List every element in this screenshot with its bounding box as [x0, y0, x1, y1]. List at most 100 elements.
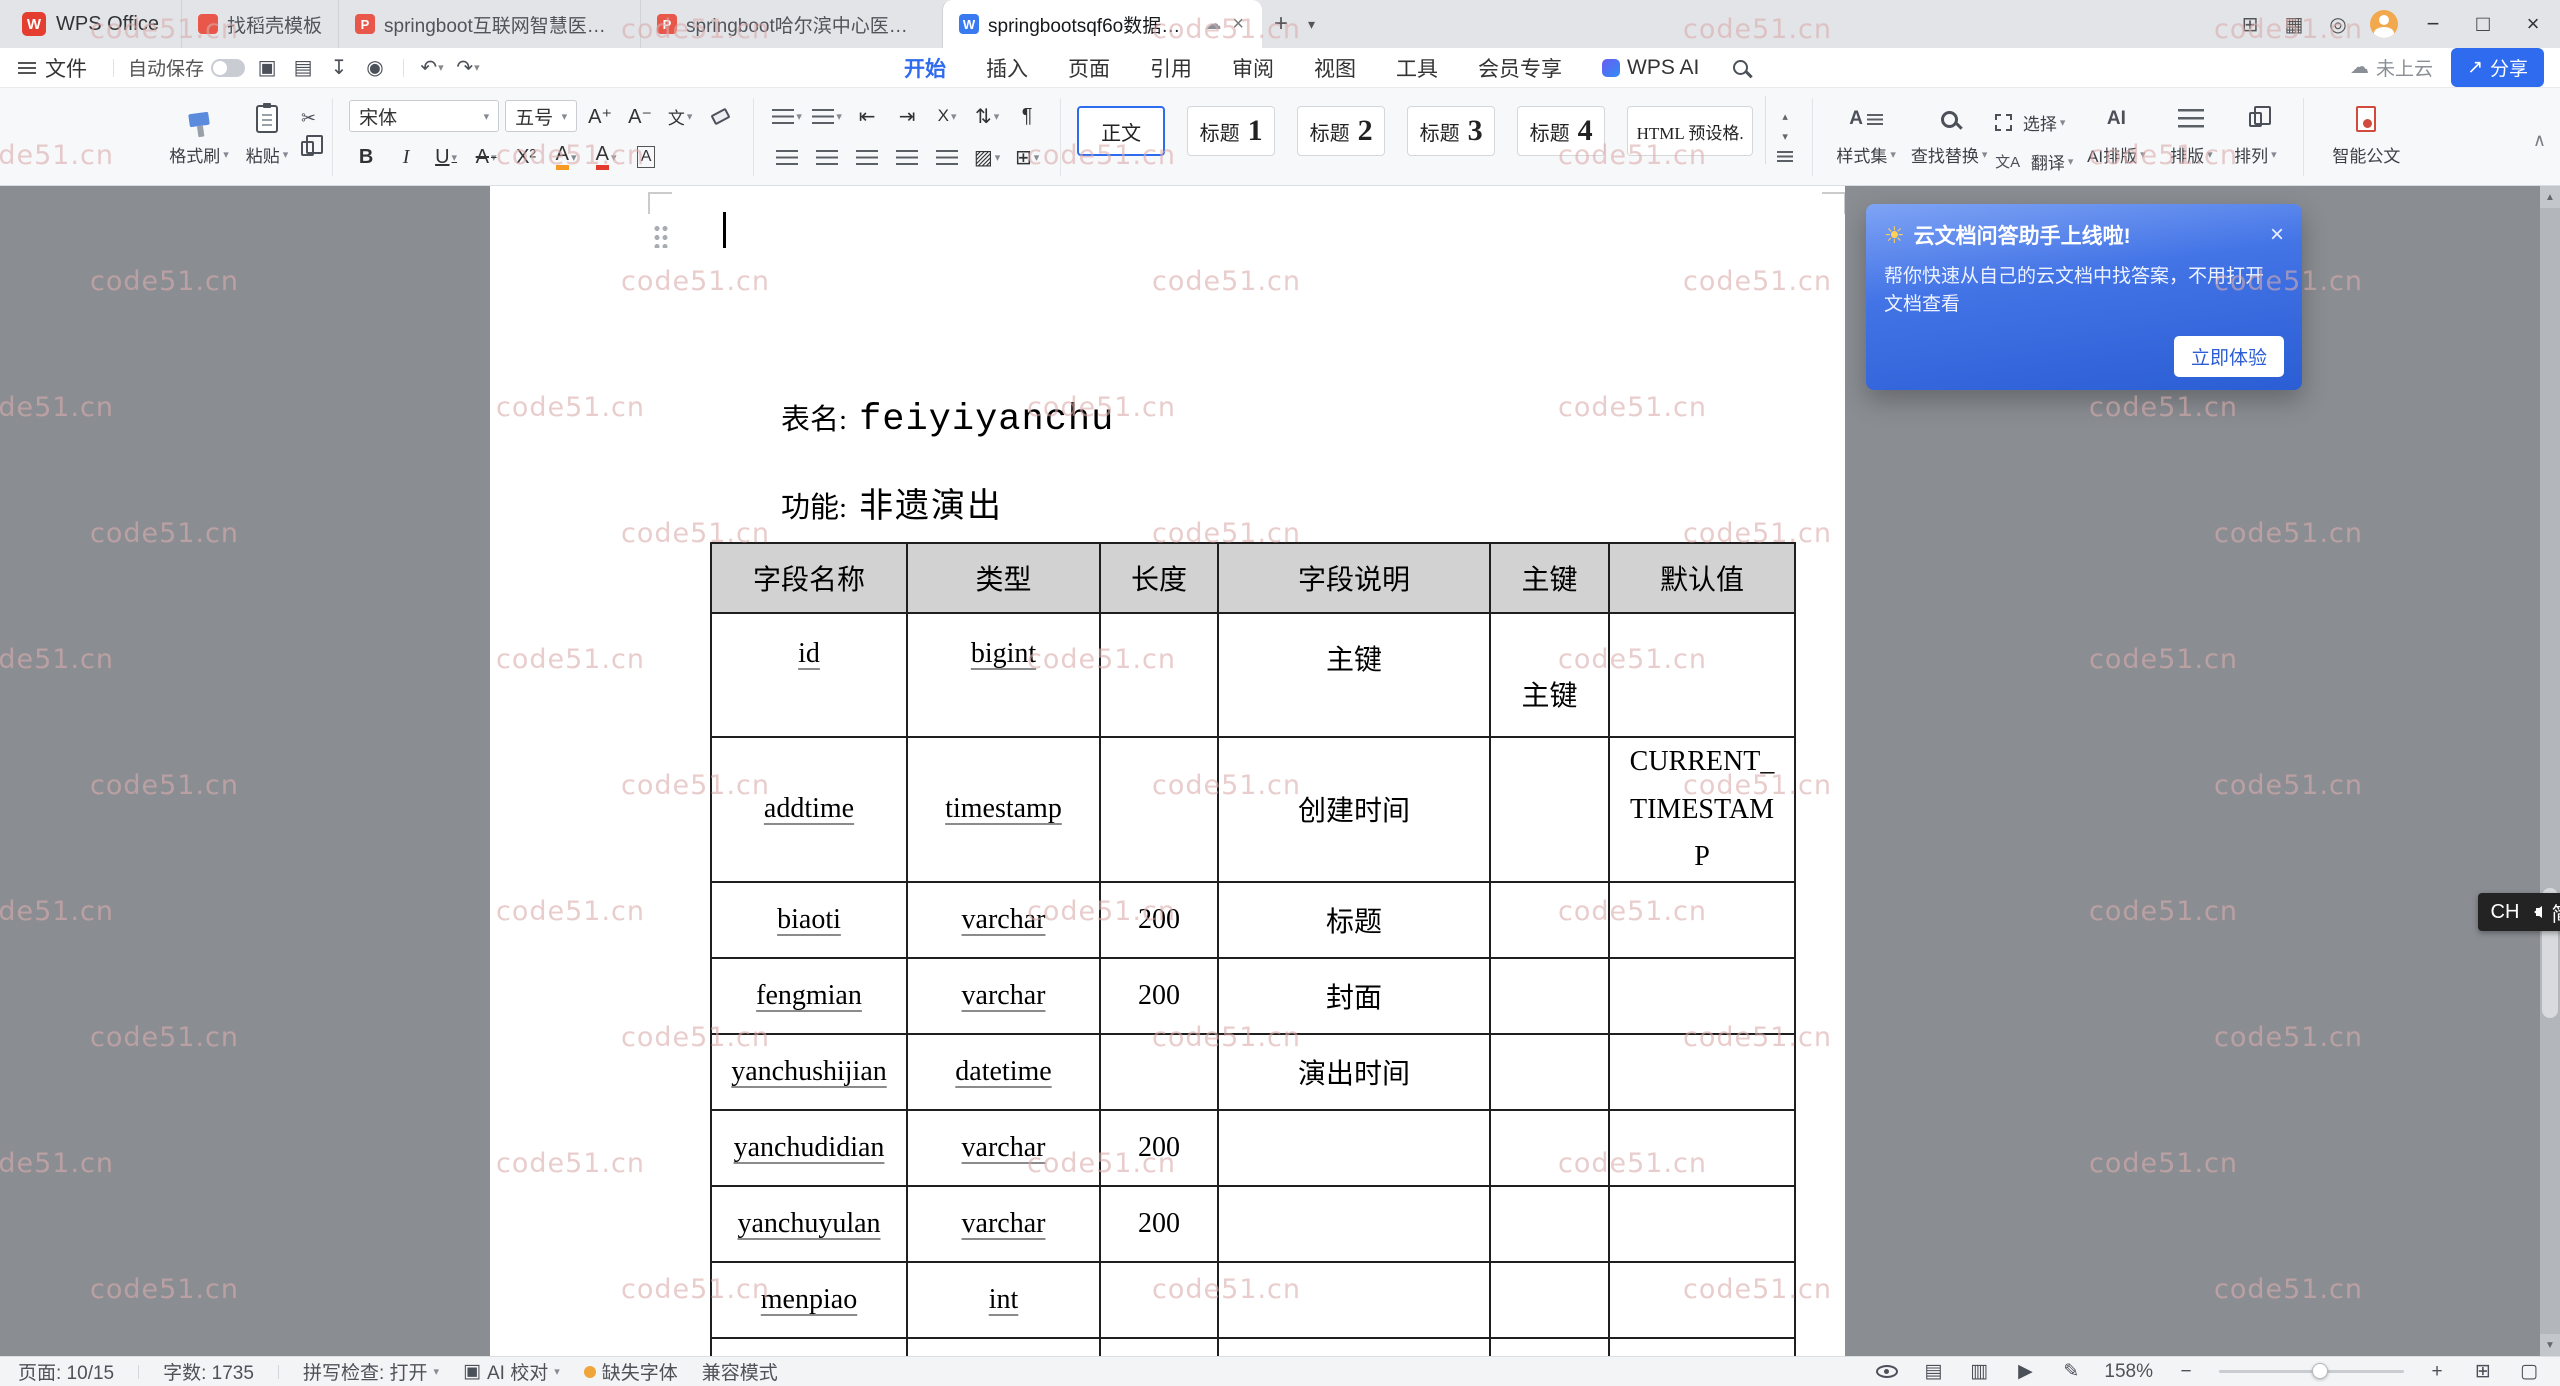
compatibility-mode[interactable]: 兼容模式 [702, 1358, 778, 1385]
ai-proofread-button[interactable]: ▣ AI 校对 ▾ [463, 1358, 560, 1385]
numbered-list-button[interactable]: ▾ [810, 100, 844, 132]
window-close-button[interactable]: × [2510, 0, 2556, 48]
gallery-up-button[interactable]: ▴ [1774, 108, 1796, 124]
page-view-icon[interactable]: ▤ [1920, 1360, 1946, 1383]
zoom-slider-thumb[interactable] [2311, 1363, 2328, 1379]
menu-tab-视图[interactable]: 视图 [1314, 53, 1356, 83]
apps-grid-icon[interactable]: ⊞ [2230, 0, 2270, 48]
style-item[interactable]: 标题 2 [1297, 106, 1386, 156]
smart-gov-doc-button[interactable]: 智能公文 [2320, 96, 2412, 167]
menu-tab-页面[interactable]: 页面 [1068, 53, 1110, 83]
decrease-font-button[interactable]: A⁻ [623, 100, 657, 132]
edit-mode-icon[interactable]: ✎ [2058, 1360, 2084, 1383]
style-set-button[interactable]: A 样式集 ▾ [1829, 96, 1903, 167]
fit-width-icon[interactable]: ▢ [2516, 1360, 2542, 1383]
font-color-button[interactable]: A ▾ [589, 141, 623, 173]
text-direction-button[interactable]: X ▾ [930, 100, 964, 132]
new-tab-button[interactable]: + [1262, 0, 1300, 48]
gallery-more-button[interactable] [1774, 148, 1796, 164]
undo-button[interactable]: ↶ ▾ [416, 53, 448, 83]
autosave-toggle[interactable] [211, 58, 246, 77]
zoom-slider[interactable] [2219, 1363, 2404, 1379]
strikethrough-button[interactable]: A ▾ [469, 141, 503, 173]
paragraph-mark-button[interactable]: ¶ [1010, 100, 1044, 132]
increase-font-button[interactable]: A⁺ [583, 100, 617, 132]
line-spacing-button[interactable]: ⇅ ▾ [970, 100, 1004, 132]
borders-button[interactable]: ⊞ ▾ [1010, 141, 1044, 173]
bold-button[interactable]: B [349, 141, 383, 173]
play-presentation-icon[interactable]: ▶ [2012, 1360, 2038, 1383]
gallery-down-button[interactable]: ▾ [1774, 128, 1796, 144]
share-button[interactable]: ↗ 分享 [2451, 48, 2544, 87]
export-button[interactable]: ↧ [323, 53, 355, 83]
copy-button[interactable] [301, 135, 323, 156]
menu-tab-开始[interactable]: 开始 [904, 53, 946, 83]
popup-try-now-button[interactable]: 立即体验 [2173, 336, 2284, 377]
page-indicator[interactable]: 页面: 10/15 [18, 1358, 114, 1385]
ime-language-badge[interactable]: CH 简 [2478, 893, 2560, 931]
decrease-indent-button[interactable]: ⇤ [850, 100, 884, 132]
arrange-button[interactable]: 排列 ▾ [2223, 96, 2287, 167]
clear-format-button[interactable] [703, 100, 737, 132]
style-item[interactable]: 正文 [1077, 106, 1166, 156]
underline-button[interactable]: U ▾ [429, 141, 463, 173]
doc-tab-2[interactable]: P springboot互联网智慧医院体检平... [338, 0, 640, 48]
align-left-button[interactable] [770, 141, 804, 173]
shading-button[interactable]: ▨ ▾ [970, 141, 1004, 173]
scroll-up-icon[interactable]: ▲ [2540, 186, 2560, 208]
collapse-ribbon-icon[interactable]: ∧ [2533, 130, 2546, 151]
translate-button[interactable]: 文A 翻译 ▾ [1995, 149, 2073, 174]
style-item[interactable]: 标题 1 [1187, 106, 1276, 156]
style-item[interactable]: HTML 预设格. [1627, 106, 1754, 156]
align-justify-button[interactable] [890, 141, 924, 173]
print-button[interactable]: ▤ [287, 53, 319, 83]
style-item[interactable]: 标题 4 [1517, 106, 1606, 156]
eye-protection-icon[interactable] [1874, 1365, 1900, 1378]
character-border-button[interactable]: A [629, 141, 663, 173]
scroll-down-icon[interactable]: ▼ [2540, 1334, 2560, 1356]
autosave-control[interactable]: 自动保存 [122, 54, 251, 81]
spellcheck-status[interactable]: 拼写检查: 打开 ▾ [303, 1358, 439, 1385]
menu-tab-会员专享[interactable]: 会员专享 [1478, 53, 1562, 83]
word-count[interactable]: 字数: 1735 [163, 1358, 254, 1385]
superscript-button[interactable]: X² [509, 141, 543, 173]
style-item[interactable]: 标题 3 [1407, 106, 1496, 156]
popup-close-icon[interactable]: × [2270, 223, 2284, 247]
tab-list-chevron[interactable]: ▾ [1300, 0, 1323, 48]
highlight-color-button[interactable]: A ▾ [549, 141, 583, 173]
menu-tab-工具[interactable]: 工具 [1396, 53, 1438, 83]
menu-tab-审阅[interactable]: 审阅 [1232, 53, 1274, 83]
user-avatar[interactable] [2370, 10, 2398, 38]
missing-font-warning[interactable]: 缺失字体 [583, 1358, 678, 1385]
search-icon[interactable] [1733, 60, 1749, 75]
tab-close-icon[interactable]: × [1230, 13, 1246, 36]
app-home-tab[interactable]: W WPS Office [0, 0, 181, 48]
fit-page-icon[interactable]: ⊞ [2470, 1360, 2496, 1383]
bullet-list-button[interactable]: ▾ [770, 100, 804, 132]
cloud-status[interactable]: ☁ 未上云 [2350, 54, 2433, 81]
align-center-button[interactable] [810, 141, 844, 173]
zoom-percentage[interactable]: 158% [2104, 1361, 2153, 1383]
zoom-out-button[interactable]: − [2173, 1361, 2199, 1383]
align-distribute-button[interactable] [930, 141, 964, 173]
font-name-select[interactable]: 宋体 ▾ [349, 100, 500, 132]
text-tools-button[interactable]: 文 ▾ [663, 100, 697, 132]
file-menu-button[interactable]: 文件 [0, 53, 105, 83]
cut-button[interactable]: ✂ [301, 108, 316, 129]
doc-tab-active[interactable]: W springbootsqf6o数据库文... ☁ × [942, 0, 1263, 48]
preview-button[interactable]: ◉ [359, 53, 391, 83]
format-painter-button[interactable]: 格式刷 ▾ [165, 96, 233, 167]
font-size-select[interactable]: 五号 ▾ [505, 100, 578, 132]
increase-indent-button[interactable]: ⇥ [890, 100, 924, 132]
outline-view-icon[interactable]: ▥ [1966, 1360, 1992, 1383]
menu-tab-引用[interactable]: 引用 [1150, 53, 1192, 83]
redo-button[interactable]: ↷ ▾ [452, 53, 484, 83]
paragraph-drag-handle-icon[interactable] [653, 224, 669, 248]
window-maximize-button[interactable]: □ [2460, 0, 2506, 48]
layout-switch-icon[interactable]: ▦ [2274, 0, 2314, 48]
select-button[interactable]: 选择 ▾ [1995, 110, 2073, 135]
ai-typeset-button[interactable]: AI AI排版 ▾ [2073, 96, 2159, 167]
paste-button[interactable]: 粘贴 ▾ [233, 96, 301, 167]
vertical-scrollbar[interactable]: ▲ ▼ [2540, 186, 2560, 1356]
window-minimize-button[interactable]: − [2410, 0, 2456, 48]
